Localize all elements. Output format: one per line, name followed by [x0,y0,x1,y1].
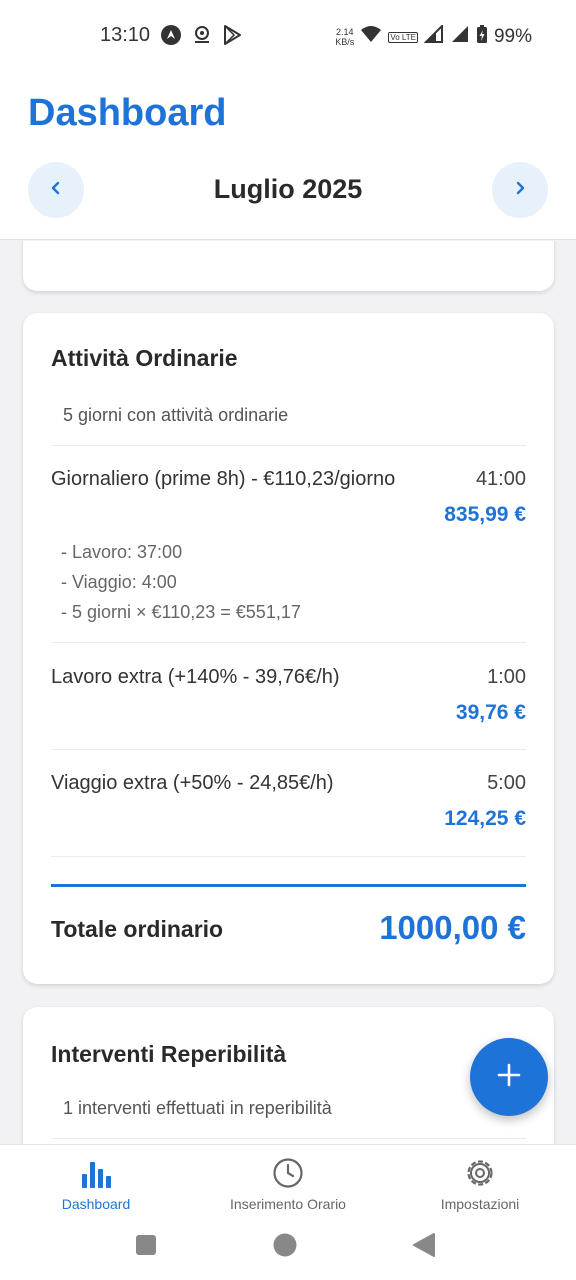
row-hours: 1:00 [487,666,526,688]
back-triangle-icon [412,1232,436,1262]
square-icon [135,1234,157,1261]
notification-icons [160,24,242,51]
circle-icon [273,1233,297,1262]
android-auto-icon [160,24,182,51]
home-button[interactable] [272,1233,298,1262]
divider [51,1138,526,1139]
add-entry-button[interactable] [470,1038,548,1116]
battery-charging-icon [476,24,488,50]
current-month: Luglio 2025 [213,174,363,204]
plus-icon [496,1062,522,1093]
signal-icon [450,25,470,49]
total-label: Totale ordinario [51,916,224,942]
card-title: Interventi Reperibilità [51,1041,287,1067]
row-amount: 124,25 € [444,807,526,830]
gear-icon [384,1153,576,1193]
row-label: Lavoro extra (+140% - 39,76€/h) [51,666,340,688]
recent-apps-button[interactable] [133,1234,159,1260]
total-divider [51,884,526,887]
ordinary-activities-card: Attività Ordinarie 5 giorni con attività… [23,313,554,984]
page-title: Dashboard [28,92,227,134]
row-label: Viaggio extra (+50% - 24,85€/h) [51,772,334,794]
nav-label: Impostazioni [440,1196,520,1212]
status-bar: 13:10 2.14 KB/s Vo LTE 99% [0,0,576,72]
chevron-right-icon [512,180,528,201]
detail-line: - Lavoro: 37:00 [61,542,183,562]
row-hours: 41:00 [475,468,526,490]
clock-icon [192,1153,384,1193]
detail-line: - 5 giorni × €110,23 = €551,17 [61,602,301,622]
battery-level: 99% [493,26,532,47]
divider [51,445,526,446]
signal-icon [423,23,444,49]
nav-label: Dashboard [61,1196,131,1212]
system-icons: 2.14 KB/s Vo LTE 99% [335,23,532,50]
card-subtitle: 1 interventi effettuati in reperibilità [63,1098,332,1118]
nav-item-time-entry[interactable]: Inserimento Orario [192,1153,384,1223]
next-month-button[interactable] [492,162,548,218]
row-amount: 835,99 € [444,503,526,526]
dashboard-content[interactable]: Attività Ordinarie 5 giorni con attività… [0,241,576,1144]
divider [51,749,526,750]
net-speed: 2.14 KB/s [335,27,355,47]
app-header: Dashboard Luglio 2025 [0,72,576,240]
detail-line: - Viaggio: 4:00 [61,572,177,592]
volte-badge: Vo LTE [388,31,418,43]
wifi-icon [360,25,382,49]
card-title: Attività Ordinarie [51,345,238,371]
divider [51,856,526,857]
status-time: 13:10 [100,24,151,46]
previous-card [23,241,554,291]
back-button[interactable] [411,1232,437,1262]
system-navigation [0,1224,576,1280]
month-navigator: Luglio 2025 [0,162,576,218]
row-label: Giornaliero (prime 8h) - €110,23/giorno [51,468,396,490]
nav-item-settings[interactable]: Impostazioni [384,1153,576,1223]
play-store-icon [222,24,242,51]
app-notification-icon [190,24,214,51]
row-amount: 39,76 € [455,701,526,724]
bar-chart-icon [0,1153,192,1193]
nav-item-dashboard[interactable]: Dashboard [0,1153,192,1223]
card-subtitle: 5 giorni con attività ordinarie [63,405,289,425]
bottom-navigation: Dashboard Inserimento Orario Impostazion… [0,1144,576,1224]
row-hours: 5:00 [487,772,526,794]
total-value: 1000,00 € [379,909,526,946]
divider [51,642,526,643]
nav-label: Inserimento Orario [230,1196,346,1212]
